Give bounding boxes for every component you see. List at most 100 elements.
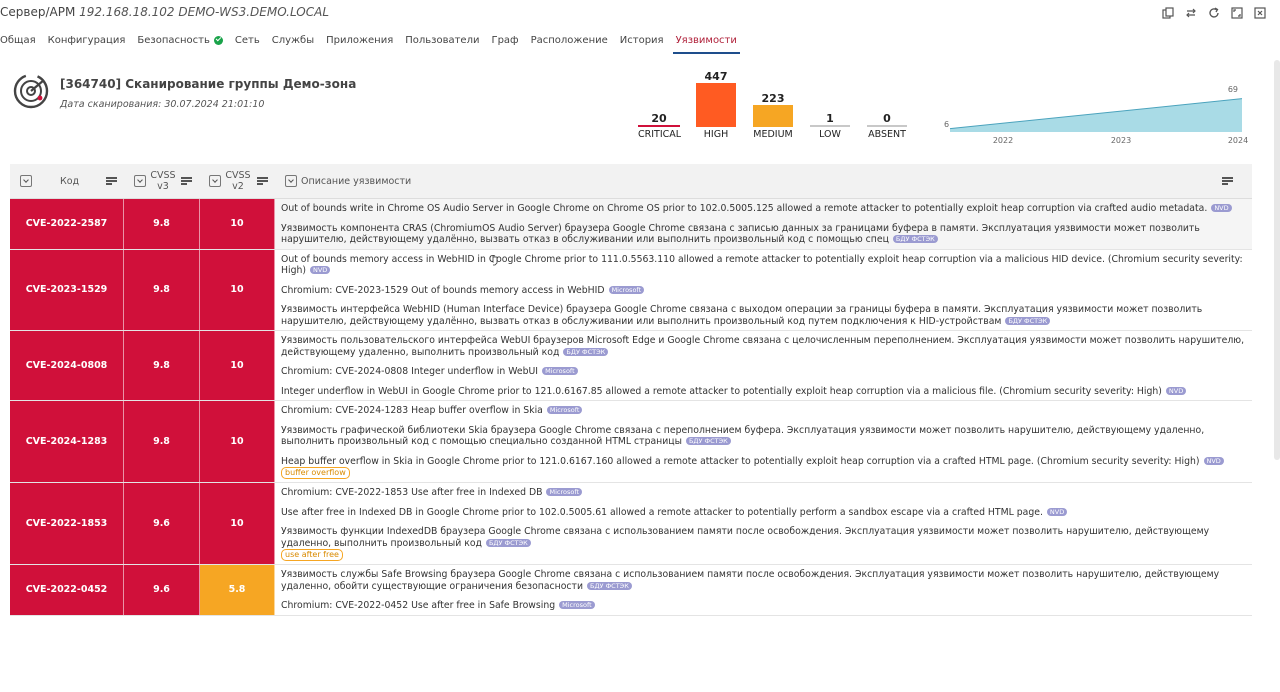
description-text: Уязвимость интерфейса WebHID (Human Inte… bbox=[281, 304, 1203, 327]
description-cell: Out of bounds memory access in WebHID in… bbox=[281, 250, 1252, 331]
checkbox-dropdown-icon[interactable] bbox=[285, 175, 297, 187]
table-row[interactable]: CVE-2023-1529 9.8 10 Out of bounds memory a… bbox=[10, 249, 1252, 331]
severity-label: CRITICAL bbox=[638, 129, 682, 140]
select-code-column[interactable] bbox=[20, 164, 32, 198]
source-badge[interactable]: NVD bbox=[1046, 507, 1068, 516]
cve-code-cell[interactable]: CVE-2024-1283 bbox=[10, 401, 124, 482]
severity-critical[interactable]: 20 CRITICAL bbox=[638, 112, 682, 140]
description-item: Уязвимость интерфейса WebHID (Human Inte… bbox=[281, 304, 1252, 327]
tab-3[interactable]: Сеть bbox=[235, 32, 260, 56]
sort-code-icon[interactable] bbox=[106, 164, 117, 198]
select-cvss3-column[interactable] bbox=[134, 164, 146, 198]
severity-absent[interactable]: 0 ABSENT bbox=[867, 112, 907, 140]
tab-10[interactable]: Уязвимости bbox=[672, 32, 741, 56]
description-text: Chromium: CVE-2022-0452 Use after free i… bbox=[281, 600, 556, 611]
source-badge[interactable]: БДУ ФСТЭК bbox=[563, 347, 609, 356]
tab-9[interactable]: История bbox=[620, 32, 664, 56]
tab-2[interactable]: Безопасность bbox=[137, 32, 223, 56]
severity-count: 20 bbox=[651, 112, 667, 125]
severity-medium[interactable]: 223 MEDIUM bbox=[753, 92, 793, 140]
cvss3-cell: 9.8 bbox=[124, 199, 200, 249]
sort-cvss3-icon[interactable] bbox=[181, 164, 192, 198]
description-text: Use after free in Indexed DB in Google C… bbox=[281, 506, 1043, 518]
source-badge[interactable]: NVD bbox=[310, 266, 331, 274]
table-row[interactable]: CVE-2022-2587 9.8 10 Out of bounds write in… bbox=[10, 199, 1252, 250]
description-item: Уязвимость пользовательского интерфейса … bbox=[281, 335, 1252, 358]
description-item: Use after free in Indexed DB in Google C… bbox=[281, 507, 1252, 519]
description-text: Уязвимость функции IndexedDB браузера Go… bbox=[281, 526, 1210, 549]
source-badge[interactable]: Microsoft bbox=[546, 406, 583, 414]
severity-label: ABSENT bbox=[868, 129, 906, 140]
sort-description-icon[interactable] bbox=[1222, 164, 1233, 198]
table-row[interactable]: CVE-2024-0808 9.8 10 Уязвимость пользовател… bbox=[10, 331, 1252, 401]
cve-code-cell[interactable]: CVE-2022-2587 bbox=[10, 199, 124, 249]
weakness-tag[interactable]: buffer overflow bbox=[281, 467, 350, 479]
source-badge[interactable]: Microsoft bbox=[546, 488, 583, 496]
scrollbar[interactable] bbox=[1274, 60, 1280, 460]
severity-high[interactable]: 447 HIGH bbox=[696, 70, 736, 140]
checkbox-dropdown-icon[interactable] bbox=[209, 175, 221, 187]
description-item: Chromium: CVE-2024-0808 Integer underflo… bbox=[281, 366, 1252, 378]
source-badge[interactable]: Microsoft bbox=[559, 601, 595, 609]
tab-6[interactable]: Пользователи bbox=[405, 32, 479, 56]
select-cvss2-column[interactable] bbox=[209, 164, 221, 198]
refresh-icon[interactable] bbox=[1207, 6, 1220, 19]
cve-code-cell[interactable]: CVE-2024-0808 bbox=[10, 331, 124, 400]
close-icon[interactable] bbox=[1253, 6, 1266, 19]
checkbox-dropdown-icon[interactable] bbox=[20, 175, 32, 187]
description-item: Chromium: CVE-2023-1529 Out of bounds me… bbox=[281, 285, 1252, 297]
tab-5[interactable]: Приложения bbox=[326, 32, 393, 56]
source-badge[interactable]: БДУ ФСТЭК bbox=[892, 235, 938, 243]
trend-end-label: 69 bbox=[1228, 85, 1238, 94]
cve-code-cell[interactable]: CVE-2022-1853 bbox=[10, 483, 124, 564]
source-badge[interactable]: БДУ ФСТЭК bbox=[685, 437, 731, 445]
source-badge[interactable]: NVD bbox=[1165, 386, 1187, 395]
copy-icon[interactable] bbox=[1161, 6, 1174, 19]
source-badge[interactable]: NVD bbox=[1203, 456, 1224, 465]
cve-code-cell[interactable]: CVE-2022-0452 bbox=[10, 565, 124, 615]
severity-low[interactable]: 1 LOW bbox=[810, 112, 850, 140]
tab-4[interactable]: Службы bbox=[272, 32, 314, 56]
select-desc-column[interactable] bbox=[285, 164, 297, 198]
header-cvss3[interactable]: CVSS v3 bbox=[150, 164, 176, 198]
weakness-tag[interactable]: use after free bbox=[281, 549, 343, 561]
table-row[interactable]: CVE-2022-0452 9.6 5.8 Уязвимость службы Saf… bbox=[10, 565, 1252, 616]
tab-7[interactable]: Граф bbox=[491, 32, 518, 56]
table-row[interactable]: CVE-2024-1283 9.8 10 Chromium: CVE-2024-128… bbox=[10, 401, 1252, 483]
header-cvss2[interactable]: CVSS v2 bbox=[225, 164, 251, 198]
cve-code-cell[interactable]: CVE-2023-1529 bbox=[10, 249, 124, 330]
description-cell: Уязвимость службы Safe Browsing браузера… bbox=[281, 565, 1252, 615]
swap-icon[interactable] bbox=[1184, 6, 1197, 19]
tab-label: Приложения bbox=[326, 35, 394, 46]
tab-label: Общая bbox=[0, 35, 36, 46]
severity-bar bbox=[867, 125, 907, 127]
cvss3-cell: 9.8 bbox=[124, 249, 200, 330]
severity-label: HIGH bbox=[703, 129, 729, 140]
description-cell: Out of bounds write in Chrome OS Audio S… bbox=[281, 199, 1252, 249]
sort-cvss2-icon[interactable] bbox=[257, 164, 268, 198]
cvss2-cell: 10 bbox=[200, 331, 275, 400]
source-badge[interactable]: БДУ ФСТЭК bbox=[485, 538, 531, 547]
description-item: Integer underflow in WebUI in Google Chr… bbox=[281, 386, 1252, 398]
window-titlebar: Сервер/АРМ 192.168.18.102 DEMO-WS3.DEMO.… bbox=[0, 0, 1280, 26]
header-code[interactable]: Код bbox=[60, 164, 79, 198]
source-badge[interactable]: БДУ ФСТЭК bbox=[587, 581, 632, 590]
expand-icon[interactable] bbox=[1230, 6, 1243, 19]
tab-label: Граф bbox=[491, 35, 519, 46]
window-title-host: 192.168.18.102 DEMO-WS3.DEMO.LOCAL bbox=[79, 5, 330, 19]
source-badge[interactable]: Microsoft bbox=[542, 367, 578, 375]
table-row[interactable]: CVE-2022-1853 9.6 10 Chromium: CVE-2022-185… bbox=[10, 483, 1252, 565]
tab-label: Сеть bbox=[234, 35, 260, 46]
tab-0[interactable]: Общая bbox=[0, 32, 36, 56]
source-badge[interactable]: Microsoft bbox=[608, 285, 645, 294]
checkbox-dropdown-icon[interactable] bbox=[134, 175, 146, 187]
tab-1[interactable]: Конфигурация bbox=[48, 32, 126, 56]
description-cell: Chromium: CVE-2024-1283 Heap buffer over… bbox=[281, 401, 1252, 482]
tab-8[interactable]: Расположение bbox=[531, 32, 608, 56]
description-item: Уязвимость функции IndexedDB браузера Go… bbox=[281, 526, 1252, 561]
source-badge[interactable]: NVD bbox=[1211, 204, 1232, 212]
tab-label: Уязвимости bbox=[675, 35, 737, 46]
tab-label: Безопасность bbox=[137, 35, 210, 46]
header-description[interactable]: Описание уязвимости bbox=[301, 164, 411, 198]
source-badge[interactable]: БДУ ФСТЭК bbox=[1005, 316, 1051, 325]
